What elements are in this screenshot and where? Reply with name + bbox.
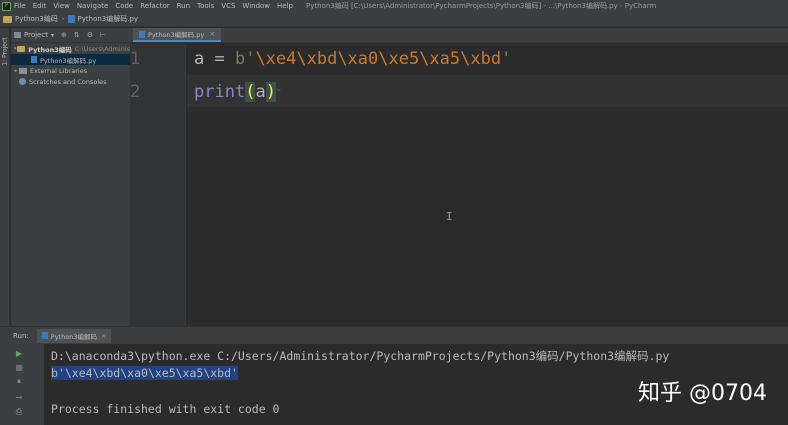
bytes-literal-suffix: ': [501, 49, 512, 69]
editor-tab-label: Python3编解码.py: [148, 31, 205, 39]
tree-item-python-file[interactable]: Python3编解码.py: [11, 54, 130, 65]
console-command-line: D:\anaconda3\python.exe C:/Users/Adminis…: [51, 349, 670, 363]
project-panel: Project ▾ ⊕ ⇅ ⚙ ⊢ ▾ Python3编码 C:\Users\A…: [11, 28, 130, 326]
project-panel-header: Project ▾ ⊕ ⇅ ⚙ ⊢: [11, 28, 130, 43]
left-tool-stripe: 1: Project: [0, 28, 10, 326]
caret-marker-icon: ˇ: [275, 89, 282, 100]
close-icon[interactable]: ×: [101, 332, 106, 340]
run-tool-window-header: Run: Python3编解码 ×: [0, 326, 788, 344]
chevron-right-icon: ›: [61, 15, 65, 23]
breadcrumb-file-label: Python3编解码.py: [77, 15, 139, 23]
print-argument: a: [255, 82, 266, 102]
tree-item-scratches-label: Scratches and Consoles: [29, 77, 107, 86]
breadcrumb-project-label: Python3编码: [15, 15, 58, 23]
hide-icon[interactable]: ⊢: [100, 31, 106, 39]
menu-view[interactable]: View: [53, 2, 70, 10]
run-label: Run:: [13, 331, 29, 340]
gear-icon[interactable]: ⚙: [87, 31, 93, 39]
tree-item-libraries-label: External Libraries: [30, 66, 88, 75]
matched-close-paren: ): [265, 82, 276, 102]
mouse-ibeam-icon: I: [446, 210, 453, 223]
project-view-icon: [14, 32, 21, 38]
tree-item-scratches[interactable]: Scratches and Consoles: [11, 76, 130, 87]
menu-bar: P File Edit View Navigate Code Refactor …: [0, 0, 788, 12]
pycharm-app-icon: P: [2, 1, 11, 11]
tree-item-root-label: Python3编码: [28, 45, 72, 54]
scratches-icon: [19, 78, 26, 85]
folder-icon: [3, 15, 12, 23]
project-view-selector[interactable]: Project: [24, 31, 48, 39]
run-tab[interactable]: Python3编解码 ×: [36, 328, 112, 343]
run-toolbar: ▶ ■ ⏸ ⊸ ⎙: [0, 344, 44, 425]
menu-window[interactable]: Window: [242, 2, 270, 10]
menu-vcs[interactable]: VCS: [221, 2, 235, 10]
bytes-literal-prefix: b': [234, 49, 256, 69]
navigation-bar: Python3编码 › Python3编解码.py: [0, 12, 788, 27]
print-icon[interactable]: ⎙: [14, 407, 24, 417]
pin-icon[interactable]: ⊸: [14, 393, 24, 403]
menu-refactor[interactable]: Refactor: [140, 2, 169, 10]
collapse-icon[interactable]: ⇅: [74, 31, 80, 39]
window-title: Python3编码 [C:\Users\Administrator\Pychar…: [306, 2, 657, 10]
editor-tab-python-file[interactable]: Python3编解码.py ×: [133, 28, 222, 42]
python-file-icon: [31, 56, 37, 63]
console-exit-line: Process finished with exit code 0: [51, 402, 280, 416]
python-file-icon: [67, 15, 75, 23]
run-tab-label: Python3编解码: [50, 332, 97, 341]
rerun-icon[interactable]: ▶: [14, 349, 24, 359]
tree-item-project-root[interactable]: ▾ Python3编码 C:\Users\Adminis: [11, 43, 130, 54]
python-file-icon: [139, 30, 145, 38]
project-tool-tab-label: 1: Project: [1, 37, 9, 66]
line-number: 2: [130, 82, 141, 102]
tree-item-external-libraries[interactable]: ▸ External Libraries: [11, 65, 130, 76]
pycharm-window: P File Edit View Navigate Code Refactor …: [0, 0, 788, 425]
menu-navigate[interactable]: Navigate: [77, 2, 108, 10]
menu-help[interactable]: Help: [277, 2, 293, 10]
chevron-down-icon[interactable]: ▾: [51, 32, 54, 39]
pause-icon[interactable]: ⏸: [14, 377, 24, 387]
menu-file[interactable]: File: [14, 2, 26, 10]
code-assignment: a =: [194, 49, 235, 69]
menu-tools[interactable]: Tools: [197, 2, 214, 10]
matched-open-paren: (: [245, 82, 256, 102]
project-tool-tab[interactable]: 1: Project: [1, 32, 9, 74]
tree-item-file-label: Python3编解码.py: [40, 56, 97, 65]
tree-item-root-path: C:\Users\Adminis: [74, 44, 130, 53]
editor-gutter[interactable]: 1 2: [130, 44, 186, 326]
code-line-2[interactable]: print(a)ˇ: [194, 82, 282, 102]
line-number: 1: [130, 49, 141, 69]
menu-code[interactable]: Code: [115, 2, 133, 10]
bytes-literal-escapes: \xe4\xbd\xa0\xe5\xa5\xbd: [255, 49, 502, 69]
menu-edit[interactable]: Edit: [33, 2, 47, 10]
builtin-print: print: [194, 82, 246, 102]
stop-icon[interactable]: ■: [14, 363, 24, 373]
menu-run[interactable]: Run: [177, 2, 190, 10]
breadcrumb-project[interactable]: Python3编码 ›: [3, 14, 65, 24]
editor-tab-bar: Python3编解码.py ×: [130, 28, 788, 43]
folder-icon: [17, 45, 26, 52]
python-file-icon: [41, 332, 48, 339]
library-icon: [19, 67, 27, 74]
target-icon[interactable]: ⊕: [61, 31, 67, 39]
zhihu-watermark: 知乎 @0704: [638, 381, 767, 406]
console-output-line[interactable]: b'\xe4\xbd\xa0\xe5\xa5\xbd': [51, 366, 238, 380]
breadcrumb-file[interactable]: Python3编解码.py: [67, 14, 139, 24]
close-icon[interactable]: ×: [209, 30, 215, 38]
code-line-1[interactable]: a = b'\xe4\xbd\xa0\xe5\xa5\xbd': [194, 49, 511, 69]
code-editor[interactable]: a = b'\xe4\xbd\xa0\xe5\xa5\xbd' print(a)…: [187, 44, 788, 326]
selected-output-text: b'\xe4\xbd\xa0\xe5\xa5\xbd': [51, 366, 238, 380]
